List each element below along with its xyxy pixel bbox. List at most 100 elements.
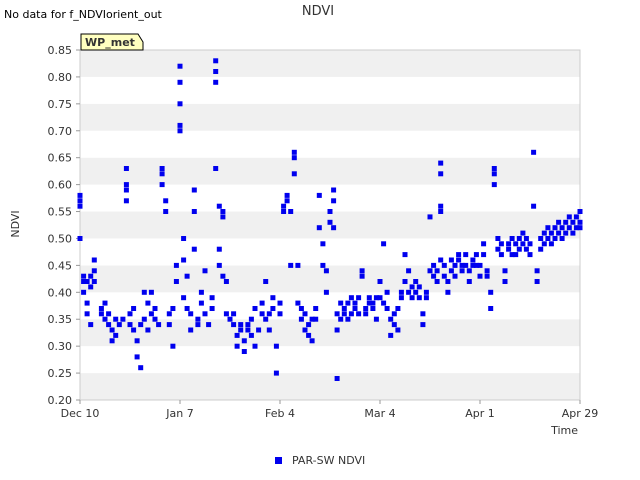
data-point [216, 203, 222, 209]
data-point [413, 279, 419, 284]
data-point [513, 241, 519, 247]
data-point [81, 289, 87, 295]
data-point [227, 316, 233, 322]
data-point [170, 306, 176, 311]
data-point [263, 279, 269, 284]
data-point [273, 343, 279, 349]
data-point [223, 279, 229, 284]
data-point [438, 209, 444, 214]
data-point [398, 289, 404, 295]
data-point [434, 268, 440, 274]
grid-band [80, 346, 580, 374]
data-point [238, 322, 244, 328]
plot-background-bands [80, 50, 580, 400]
data-point [263, 316, 269, 322]
data-point [345, 316, 351, 322]
data-point [406, 268, 412, 274]
data-point [491, 182, 497, 188]
data-point [334, 311, 340, 317]
data-point [363, 311, 369, 317]
data-point [302, 311, 308, 317]
grid-band [80, 184, 580, 212]
data-point [84, 311, 90, 317]
y-tick-label: 0.65 [48, 152, 73, 165]
data-point [320, 241, 326, 247]
data-point [77, 236, 83, 241]
data-point [434, 279, 440, 284]
data-point [273, 370, 279, 376]
data-point [395, 327, 401, 333]
data-point [377, 279, 383, 284]
data-point [466, 268, 472, 274]
data-point [506, 246, 512, 252]
data-point [220, 209, 226, 214]
data-point [416, 295, 422, 301]
data-point [438, 203, 444, 209]
x-tick-label: Apr 1 [465, 407, 495, 420]
data-point [570, 219, 576, 225]
x-tick-label: Jan 7 [165, 407, 193, 420]
data-point [352, 300, 358, 306]
data-point [266, 327, 272, 333]
data-point [398, 295, 404, 301]
data-point [438, 160, 444, 166]
data-point [91, 257, 97, 263]
data-point [420, 311, 426, 317]
legend: PAR-SW NDVI [275, 454, 365, 467]
y-tick-label: 0.80 [48, 71, 73, 84]
data-point [341, 306, 347, 311]
data-point [402, 279, 408, 284]
data-point [288, 209, 294, 214]
legend-label: PAR-SW NDVI [292, 454, 365, 467]
data-point [206, 322, 212, 328]
data-point [256, 327, 262, 333]
data-point [563, 219, 569, 225]
data-point [188, 327, 194, 333]
data-point [141, 289, 147, 295]
data-point [223, 311, 229, 317]
data-point [245, 327, 251, 333]
data-point [556, 230, 562, 236]
data-point [495, 246, 501, 252]
data-point [423, 289, 429, 295]
data-point [345, 300, 351, 306]
data-point [123, 187, 129, 193]
data-point [438, 171, 444, 177]
data-point [327, 209, 333, 214]
data-point [523, 246, 529, 252]
data-point [245, 322, 251, 328]
data-point [427, 214, 433, 220]
data-point [573, 214, 579, 220]
grid-band [80, 157, 580, 185]
data-point [481, 252, 487, 258]
data-point [127, 322, 133, 328]
data-point [191, 246, 197, 252]
data-point [241, 338, 247, 344]
data-point [484, 268, 490, 274]
data-point [188, 311, 194, 317]
data-point [381, 300, 387, 306]
data-point [448, 268, 454, 274]
data-point [452, 262, 458, 268]
data-point [91, 279, 97, 284]
data-point [506, 241, 512, 247]
data-point [445, 289, 451, 295]
data-point [241, 349, 247, 354]
data-point [563, 230, 569, 236]
data-point [527, 241, 533, 247]
data-point [195, 322, 201, 328]
data-point [123, 198, 129, 204]
data-point [552, 236, 558, 241]
data-point [306, 332, 312, 338]
data-point [456, 252, 462, 258]
data-point [259, 311, 265, 317]
y-tick-label: 0.75 [48, 98, 73, 111]
data-point [191, 187, 197, 193]
data-point [116, 322, 122, 328]
data-point [259, 300, 265, 306]
data-point [163, 198, 169, 204]
data-point [370, 300, 376, 306]
data-point [209, 306, 215, 311]
data-point [213, 79, 219, 85]
data-point [577, 209, 583, 214]
